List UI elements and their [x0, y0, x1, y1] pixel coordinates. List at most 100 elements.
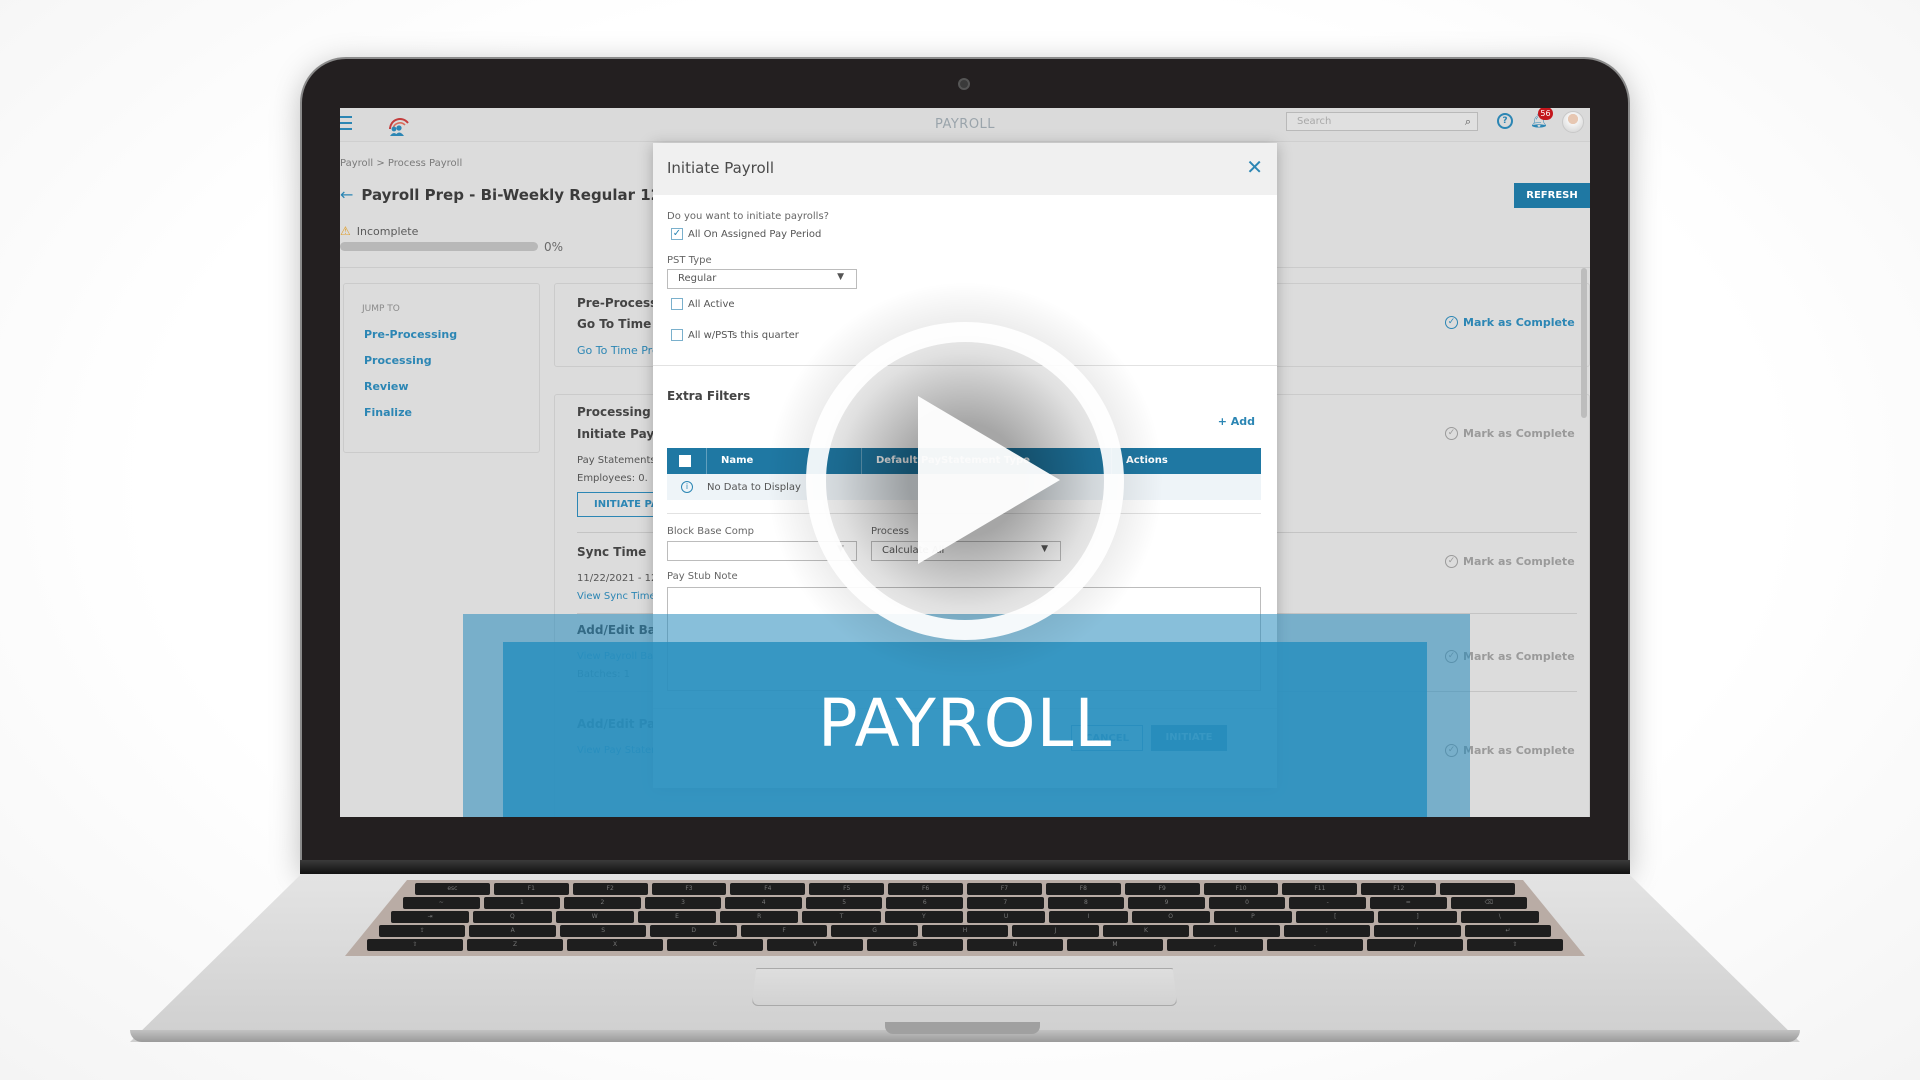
- jump-item-review[interactable]: Review: [364, 380, 409, 393]
- extra-filters-title: Extra Filters: [667, 389, 751, 403]
- check-circle-icon: ✓: [1445, 316, 1458, 329]
- keyboard-row-function: esc F1 F2 F3 F4 F5 F6 F7 F8 F9 F10 F11 F12: [415, 883, 1516, 895]
- jump-item-processing[interactable]: Processing: [364, 354, 432, 367]
- keyboard-key: /: [1367, 939, 1463, 951]
- add-filter-button[interactable]: + Add: [1218, 415, 1255, 428]
- mark-complete-label: Mark as Complete: [1463, 555, 1575, 568]
- keyboard-key: 6: [886, 897, 964, 909]
- check-circle-icon: ✓: [1445, 427, 1458, 440]
- all-active-checkbox[interactable]: All Active: [671, 298, 735, 310]
- keyboard-key: 9: [1128, 897, 1205, 909]
- keyboard-key: F12: [1361, 883, 1437, 895]
- dropdown-caret-icon: ▼: [837, 272, 844, 282]
- keyboard-key: U: [966, 911, 1046, 923]
- back-arrow-icon[interactable]: ←: [340, 187, 353, 203]
- keyboard-row-home: ⇪ A S D F G H J K L; ' ↵: [379, 925, 1552, 937]
- keyboard-key: C: [667, 939, 763, 951]
- all-psts-this-quarter-checkbox[interactable]: All w/PSTs this quarter: [671, 329, 799, 341]
- keyboard-key: .: [1267, 939, 1363, 951]
- keyboard-key: N: [967, 939, 1063, 951]
- checkbox-label: All Active: [688, 298, 735, 310]
- mark-complete-label: Mark as Complete: [1463, 650, 1575, 663]
- breadcrumb[interactable]: Payroll > Process Payroll: [340, 158, 462, 169]
- keyboard-key: 5: [805, 897, 883, 909]
- keyboard-key: ⇪: [379, 925, 466, 937]
- keyboard-key: esc: [415, 883, 490, 895]
- keyboard-key: V: [767, 939, 863, 951]
- mark-complete-sync[interactable]: ✓ Mark as Complete: [1445, 555, 1575, 568]
- checkbox-label: All w/PSTs this quarter: [688, 329, 799, 341]
- keyboard-key: B: [867, 939, 963, 951]
- keyboard-key: W: [555, 911, 634, 923]
- keyboard-key: 1: [483, 897, 561, 909]
- jump-item-pre-processing[interactable]: Pre-Processing: [364, 328, 457, 341]
- help-icon[interactable]: ?: [1497, 113, 1513, 129]
- mark-complete-label: Mark as Complete: [1463, 744, 1575, 757]
- add-label: Add: [1230, 415, 1255, 428]
- employees-text: Employees: 0.: [577, 473, 648, 484]
- sync-time-title: Sync Time: [577, 545, 647, 559]
- keyboard-key: X: [567, 939, 663, 951]
- keyboard-key: E: [637, 911, 717, 923]
- progress-percent: 0%: [544, 240, 564, 254]
- jump-to-label: JUMP TO: [362, 304, 400, 314]
- search-icon[interactable]: ⌕: [1465, 115, 1471, 129]
- keyboard-key: ⇧: [1467, 939, 1563, 951]
- play-icon[interactable]: [918, 396, 1060, 564]
- refresh-button[interactable]: REFRESH: [1514, 183, 1590, 208]
- user-avatar[interactable]: [1562, 111, 1584, 133]
- keyboard-key: O: [1131, 911, 1210, 923]
- mark-complete-label: Mark as Complete: [1463, 316, 1575, 329]
- checkbox-checked-icon: ✓: [671, 228, 683, 240]
- video-title: PAYROLL: [817, 685, 1113, 762]
- keyboard-key: ⇥: [391, 911, 470, 923]
- pay-statements-text: Pay Statements: [577, 455, 656, 466]
- select-all-checkbox[interactable]: [667, 448, 707, 474]
- keyboard-key: I: [1049, 911, 1128, 923]
- keyboard-key: T: [802, 911, 881, 923]
- keyboard-key: [1440, 883, 1516, 895]
- pst-type-select[interactable]: Regular ▼: [667, 269, 857, 289]
- checkbox-label: All On Assigned Pay Period: [688, 228, 822, 240]
- keyboard-key: =: [1369, 897, 1447, 909]
- status-row: ⚠ Incomplete: [340, 224, 418, 238]
- keyboard-row-bottom: ⇧ Z X C V B N M,. / ⇧: [367, 939, 1563, 951]
- laptop-hinge: [300, 860, 1630, 874]
- info-icon: i: [681, 481, 693, 493]
- pay-stub-note-label: Pay Stub Note: [667, 571, 738, 582]
- keyboard-key: 3: [644, 897, 722, 909]
- page-scrollbar[interactable]: [1581, 268, 1587, 418]
- mark-complete-preprocessing[interactable]: ✓ Mark as Complete: [1445, 316, 1575, 329]
- mark-complete-initiate[interactable]: ✓ Mark as Complete: [1445, 427, 1575, 440]
- pst-type-label: PST Type: [667, 255, 712, 266]
- processing-title: Processing: [577, 405, 651, 419]
- keyboard-key: F11: [1282, 883, 1358, 895]
- keyboard-key: ~: [403, 897, 480, 909]
- keyboard-key: F8: [1045, 883, 1121, 895]
- keyboard-key: 8: [1047, 897, 1125, 909]
- keyboard: esc F1 F2 F3 F4 F5 F6 F7 F8 F9 F10 F11 F12 ~1 2 3 4 5 6 7 8…: [345, 880, 1585, 956]
- keyboard-key: ]: [1378, 911, 1457, 923]
- keyboard-key: A: [469, 925, 556, 937]
- keyboard-key: ;: [1283, 925, 1371, 937]
- keyboard-key: F9: [1124, 883, 1200, 895]
- keyboard-key: ↵: [1464, 925, 1552, 937]
- progress-bar: [340, 242, 538, 251]
- checkbox-unchecked-icon: [671, 329, 683, 341]
- trackpad: [752, 968, 1177, 1006]
- keyboard-key: F3: [651, 883, 727, 895]
- search-input[interactable]: Search ⌕: [1286, 112, 1478, 131]
- keyboard-key: P: [1213, 911, 1293, 923]
- keyboard-key: L: [1193, 925, 1280, 937]
- keyboard-key: 7: [967, 897, 1044, 909]
- keyboard-key: F: [740, 925, 828, 937]
- view-sync-time-link[interactable]: View Sync Time: [577, 591, 656, 602]
- keyboard-key: \: [1460, 911, 1539, 923]
- jump-item-finalize[interactable]: Finalize: [364, 406, 412, 419]
- keyboard-key: [: [1296, 911, 1375, 923]
- close-icon[interactable]: ✕: [1246, 155, 1263, 179]
- keyboard-key: F6: [888, 883, 964, 895]
- keyboard-key: G: [831, 925, 918, 937]
- keyboard-row-top: ⇥ Q W E R T Y U I O P[] \: [391, 911, 1539, 923]
- all-on-assigned-pay-period-checkbox[interactable]: ✓ All On Assigned Pay Period: [671, 228, 821, 240]
